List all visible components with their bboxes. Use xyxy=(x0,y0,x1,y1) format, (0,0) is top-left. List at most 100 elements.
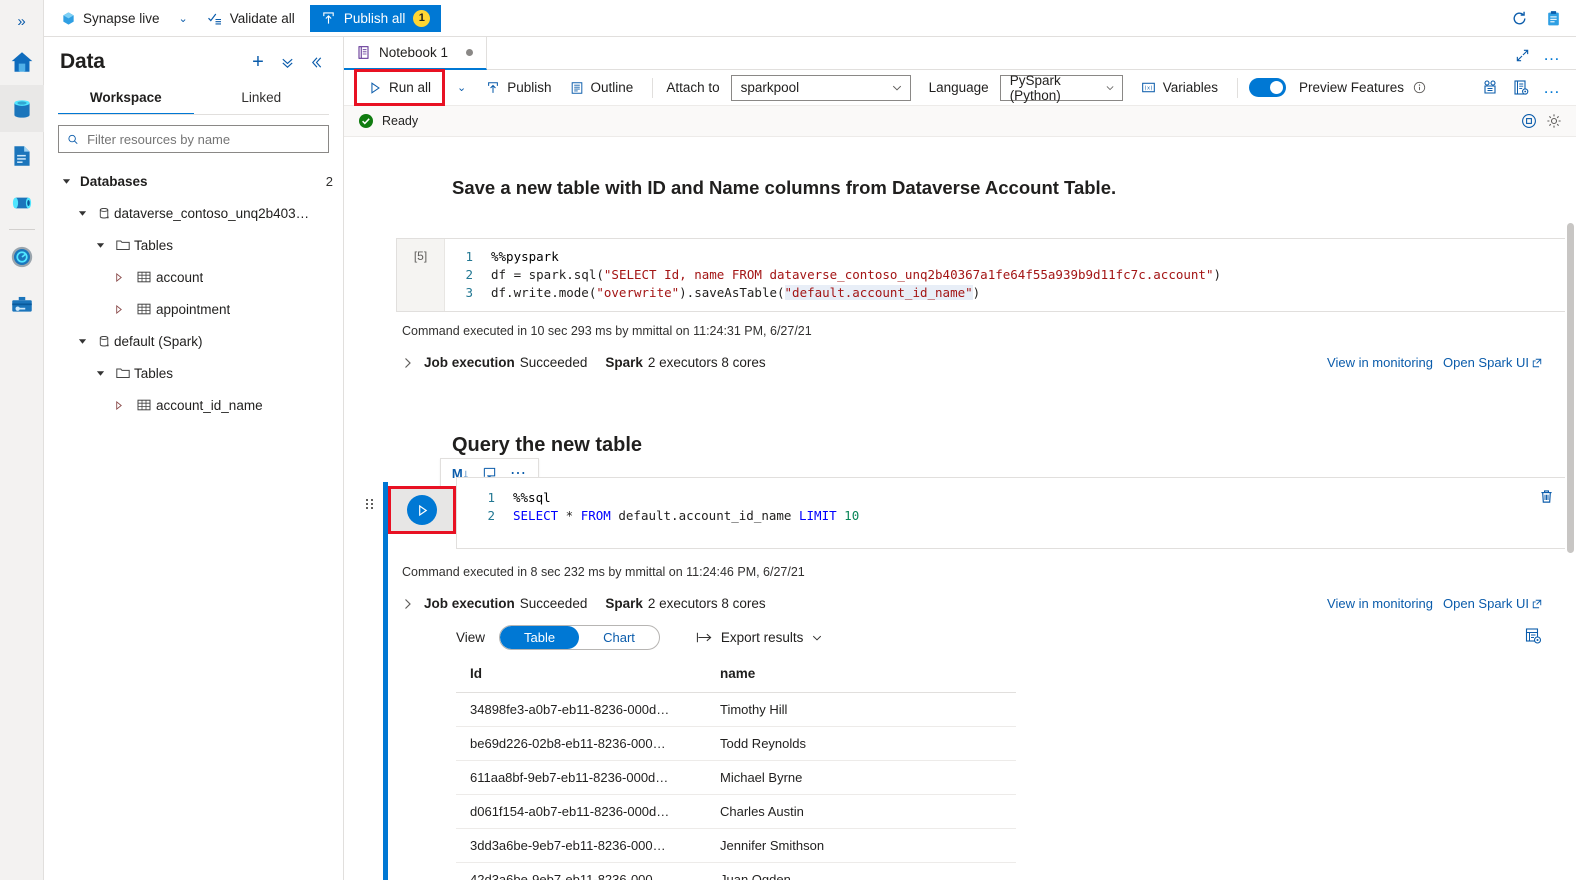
synapse-live-button[interactable]: Synapse live xyxy=(52,5,169,32)
run-all-wrapper: code Run all xyxy=(354,69,446,106)
tab-workspace[interactable]: Workspace xyxy=(58,83,194,115)
session-monitor-button[interactable] xyxy=(1476,74,1504,102)
execution-count-gutter: [5] xyxy=(397,239,445,311)
view-mode-table[interactable]: Table xyxy=(500,626,580,649)
rail-item-manage[interactable] xyxy=(0,280,44,327)
cell-drag-handle[interactable] xyxy=(366,499,374,509)
collapse-triangle-icon[interactable] xyxy=(110,400,126,410)
run-all-caret-button[interactable]: ⌄ xyxy=(447,74,476,101)
tree-node-table-account[interactable]: account xyxy=(44,261,343,293)
chevron-right-icon[interactable] xyxy=(402,357,414,369)
info-icon[interactable] xyxy=(1413,81,1426,94)
tree-node-tables-default[interactable]: Tables xyxy=(44,357,343,389)
tree-node-dataverse-db[interactable]: dataverse_contoso_unq2b40367a1f… xyxy=(44,197,343,229)
tree-node-default-spark[interactable]: default (Spark) xyxy=(44,325,343,357)
collapse-triangle-icon[interactable] xyxy=(110,304,126,314)
column-header-name[interactable]: name xyxy=(706,657,1016,693)
code-cell-2-box[interactable]: 1 %%sql 2 SELECT * FROM default.account_… xyxy=(456,477,1566,549)
view-mode-toggle: Table Chart xyxy=(499,625,660,650)
view-mode-chart[interactable]: Chart xyxy=(579,626,659,649)
rail-item-home[interactable] xyxy=(0,38,44,85)
code-line: 3 df.write.mode("overwrite").saveAsTable… xyxy=(445,284,1565,302)
collapse-pane-button[interactable] xyxy=(303,49,329,75)
language-select[interactable]: PySpark (Python) xyxy=(999,73,1123,103)
table-row[interactable]: 34898fe3-a0b7-eb11-8236-000d… Timothy Hi… xyxy=(456,692,1016,727)
expand-triangle-icon[interactable] xyxy=(92,369,108,378)
attach-to-select[interactable]: sparkpool xyxy=(730,74,911,101)
tab-linked[interactable]: Linked xyxy=(194,83,330,115)
delete-cell-button[interactable] xyxy=(1538,488,1555,508)
active-cell-indicator xyxy=(383,482,388,880)
chevron-down-icon xyxy=(813,635,822,641)
publish-button[interactable]: Publish xyxy=(478,74,559,101)
notebook-toolbar-more-button[interactable]: … xyxy=(1538,74,1566,102)
synapse-live-caret[interactable]: ⌄ xyxy=(169,12,198,25)
scrollbar-thumb[interactable] xyxy=(1567,223,1574,553)
search-input[interactable] xyxy=(85,130,320,148)
run-all-button[interactable]: code Run all xyxy=(360,74,439,101)
open-spark-ui-link-1[interactable]: Open Spark UI xyxy=(1443,355,1542,370)
table-row[interactable]: 611aa8bf-9eb7-eb11-8236-000d… Michael By… xyxy=(456,760,1016,795)
export-results-button[interactable]: Export results xyxy=(696,630,824,645)
code-editor-2[interactable]: 1 %%sql 2 SELECT * FROM default.account_… xyxy=(457,478,1565,525)
validate-all-button[interactable]: Validate all xyxy=(198,5,304,32)
table-row[interactable]: 3dd3a6be-9eb7-eb11-8236-000… Jennifer Sm… xyxy=(456,828,1016,863)
view-in-monitoring-link-2[interactable]: View in monitoring xyxy=(1327,596,1433,611)
tab-notebook-1[interactable]: Notebook 1 xyxy=(344,37,488,70)
feedback-button[interactable] xyxy=(1538,3,1568,33)
variables-button[interactable]: (x) Variables xyxy=(1133,74,1226,101)
results-table: Id name 34898fe3-a0b7-eb11-8236-000d… Ti… xyxy=(456,657,1016,880)
result-settings-button[interactable] xyxy=(1524,627,1542,648)
preview-features-toggle[interactable] xyxy=(1248,78,1286,97)
publish-all-button[interactable]: Publish all 1 xyxy=(309,4,442,32)
tree-node-databases[interactable]: Databases 2 xyxy=(44,165,343,197)
table-row[interactable]: be69d226-02b8-eb11-8236-000… Todd Reynol… xyxy=(456,726,1016,761)
table-row[interactable]: 42d3a6be-9eb7-eb11-8236-000… Juan Ogden xyxy=(456,862,1016,880)
data-pane: Data + Workspace Linked Filter resources… xyxy=(44,37,344,880)
filter-resources-search[interactable] xyxy=(58,125,329,153)
tree-node-table-account-id-name[interactable]: account_id_name xyxy=(44,389,343,421)
code-cell-1[interactable]: [5] 1 %%pyspark 2 df = spark.sql("SELECT… xyxy=(396,238,1566,312)
view-in-monitoring-link-1[interactable]: View in monitoring xyxy=(1327,355,1433,370)
canvas-scrollbar[interactable] xyxy=(1565,137,1576,880)
more-actions-button[interactable] xyxy=(274,49,300,75)
rail-item-integrate[interactable] xyxy=(0,179,44,226)
publish-upload-icon xyxy=(488,81,499,93)
collapse-triangle-icon[interactable] xyxy=(110,272,126,282)
code-editor-1[interactable]: 1 %%pyspark 2 df = spark.sql("SELECT Id,… xyxy=(445,239,1565,311)
tree-node-table-appointment[interactable]: appointment xyxy=(44,293,343,325)
chevron-right-icon[interactable] xyxy=(402,598,414,610)
markdown-cell-1[interactable]: Save a new table with ID and Name column… xyxy=(452,177,1512,199)
notebook-tab-more-button[interactable]: … xyxy=(1538,41,1566,69)
notebook-config-button[interactable] xyxy=(1507,74,1535,102)
table-icon xyxy=(132,397,156,413)
outline-button[interactable]: Outline xyxy=(562,74,642,101)
column-header-id[interactable]: Id xyxy=(456,657,706,693)
run-cell-button[interactable] xyxy=(407,495,437,525)
expand-triangle-icon[interactable] xyxy=(74,209,90,218)
table-icon xyxy=(132,269,156,285)
code-cell-1-box: [5] 1 %%pyspark 2 df = spark.sql("SELECT… xyxy=(396,238,1566,312)
tree-label: Tables xyxy=(134,365,174,381)
expand-notebook-button[interactable] xyxy=(1508,41,1536,69)
expand-nav-button[interactable]: » xyxy=(0,4,44,38)
add-resource-button[interactable]: + xyxy=(245,49,271,75)
expand-triangle-icon[interactable] xyxy=(92,241,108,250)
rail-item-data[interactable] xyxy=(0,85,44,132)
stop-session-icon[interactable] xyxy=(1521,113,1537,129)
triangle-down-icon xyxy=(62,178,70,184)
expand-triangle-icon[interactable] xyxy=(58,177,74,186)
synapse-live-label: Synapse live xyxy=(83,10,160,26)
external-link-icon xyxy=(1532,599,1542,608)
success-check-icon xyxy=(359,114,373,128)
notebook-tab-actions: … xyxy=(1508,41,1576,69)
open-spark-ui-link-2[interactable]: Open Spark UI xyxy=(1443,596,1542,611)
refresh-button[interactable] xyxy=(1504,3,1534,33)
table-row[interactable]: d061f154-a0b7-eb11-8236-000d… Charles Au… xyxy=(456,794,1016,829)
tree-node-tables-dataverse[interactable]: Tables xyxy=(44,229,343,261)
rail-item-monitor[interactable] xyxy=(0,233,44,280)
markdown-cell-2[interactable]: Query the new table xyxy=(452,434,642,457)
rail-item-develop[interactable] xyxy=(0,132,44,179)
expand-triangle-icon[interactable] xyxy=(74,337,90,346)
settings-gear-icon[interactable] xyxy=(1546,113,1562,129)
